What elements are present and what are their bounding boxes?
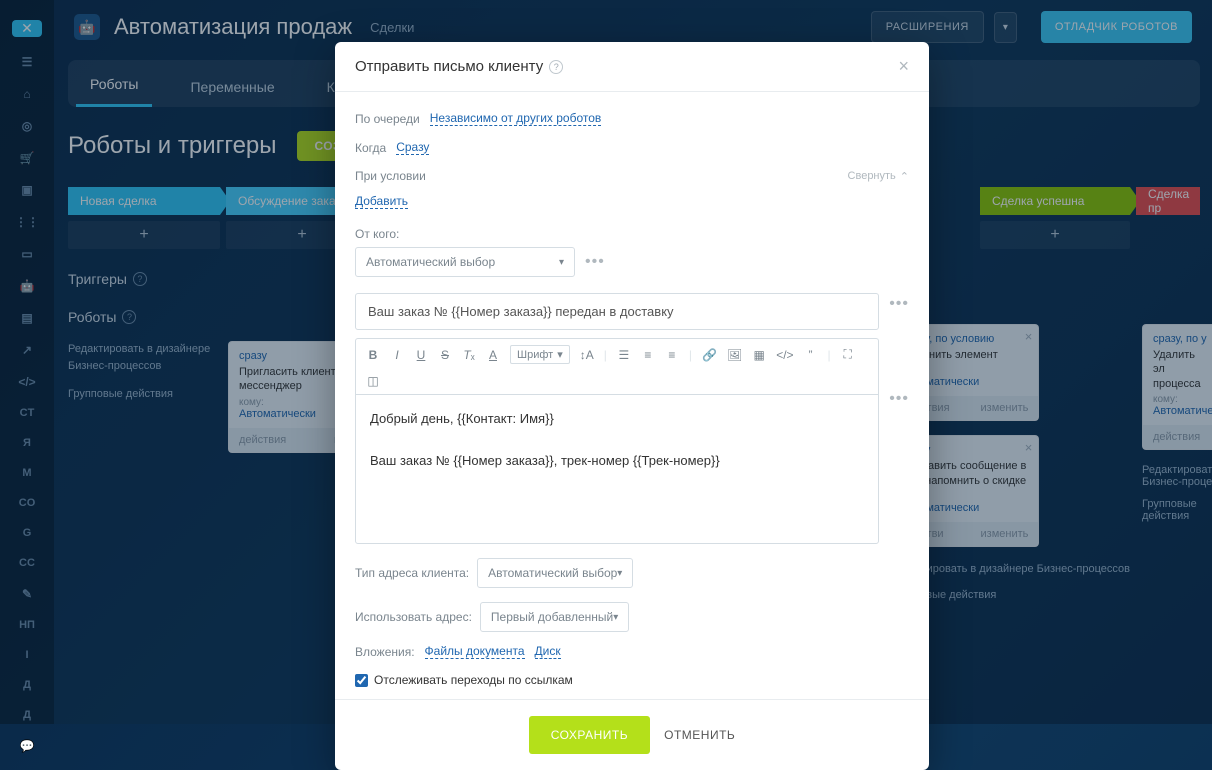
add-condition-button[interactable]: Добавить bbox=[355, 194, 408, 209]
help-icon[interactable]: ? bbox=[549, 60, 563, 74]
editor-toolbar: B I U S Tₓ A Шрифт▾ ↕A | ☰ ≡ ≡ | 🔗 🖼 ▦ bbox=[355, 338, 879, 394]
font-select[interactable]: Шрифт▾ bbox=[510, 345, 570, 364]
subject-input[interactable]: Ваш заказ № {{Номер заказа}} передан в д… bbox=[355, 293, 879, 330]
condition-label: При условии bbox=[355, 169, 426, 183]
image-button[interactable]: 🖼 bbox=[727, 348, 742, 362]
track-label: Отслеживать переходы по ссылкам bbox=[374, 673, 573, 687]
ul-button[interactable]: ☰ bbox=[617, 348, 631, 362]
clear-format-button[interactable]: Tₓ bbox=[462, 348, 476, 362]
chevron-down-icon: ▾ bbox=[617, 568, 622, 579]
split-button[interactable]: ◫ bbox=[366, 374, 380, 388]
when-label: Когда bbox=[355, 141, 386, 155]
modal-header: Отправить письмо клиенту ? × bbox=[335, 42, 929, 92]
modal-close-button[interactable]: × bbox=[898, 56, 909, 77]
addr-type-label: Тип адреса клиента: bbox=[355, 566, 469, 580]
from-select[interactable]: Автоматический выбор ▾ bbox=[355, 247, 575, 277]
from-label: От кого: bbox=[355, 227, 909, 241]
queue-label: По очереди bbox=[355, 112, 420, 126]
modal-title: Отправить письмо клиенту bbox=[355, 58, 543, 75]
cancel-button[interactable]: ОТМЕНИТЬ bbox=[664, 728, 735, 742]
size-button[interactable]: ↕A bbox=[580, 348, 594, 362]
underline-button[interactable]: U bbox=[414, 348, 428, 362]
send-email-modal: Отправить письмо клиенту ? × По очереди … bbox=[335, 42, 929, 770]
save-button[interactable]: СОХРАНИТЬ bbox=[529, 716, 650, 754]
attach-disk-link[interactable]: Диск bbox=[535, 644, 561, 659]
modal-footer: СОХРАНИТЬ ОТМЕНИТЬ bbox=[335, 699, 929, 770]
link-button[interactable]: 🔗 bbox=[702, 348, 717, 362]
attach-label: Вложения: bbox=[355, 645, 415, 659]
modal-body: По очереди Независимо от других роботов … bbox=[335, 92, 929, 699]
editor-body[interactable]: Добрый день, {{Контакт: Имя}} Ваш заказ … bbox=[355, 394, 879, 544]
fullscreen-button[interactable]: ⛶ bbox=[841, 347, 855, 362]
quote-button[interactable]: ” bbox=[804, 348, 818, 362]
more-icon[interactable]: ••• bbox=[889, 390, 909, 408]
code-button[interactable]: </> bbox=[776, 348, 793, 362]
strike-button[interactable]: S bbox=[438, 348, 452, 362]
italic-button[interactable]: I bbox=[390, 348, 404, 362]
when-value[interactable]: Сразу bbox=[396, 140, 429, 155]
bold-button[interactable]: B bbox=[366, 348, 380, 362]
track-checkbox[interactable] bbox=[355, 674, 368, 687]
more-icon[interactable]: ••• bbox=[585, 253, 605, 271]
ol-button[interactable]: ≡ bbox=[641, 348, 655, 362]
chevron-down-icon: ▾ bbox=[559, 257, 564, 268]
queue-value[interactable]: Независимо от других роботов bbox=[430, 111, 602, 126]
use-addr-select[interactable]: Первый добавленный ▾ bbox=[480, 602, 629, 632]
use-addr-label: Использовать адрес: bbox=[355, 610, 472, 624]
table-button[interactable]: ▦ bbox=[752, 348, 766, 362]
text-color-button[interactable]: A bbox=[486, 348, 500, 362]
chat-icon[interactable]: 💬 bbox=[17, 739, 37, 753]
addr-type-select[interactable]: Автоматический выбор ▾ bbox=[477, 558, 633, 588]
more-icon[interactable]: ••• bbox=[889, 295, 909, 313]
attach-doc-link[interactable]: Файлы документа bbox=[425, 644, 525, 659]
align-button[interactable]: ≡ bbox=[665, 348, 679, 362]
collapse-button[interactable]: Свернуть ⌃ bbox=[848, 170, 909, 183]
chevron-down-icon: ▾ bbox=[613, 612, 618, 623]
